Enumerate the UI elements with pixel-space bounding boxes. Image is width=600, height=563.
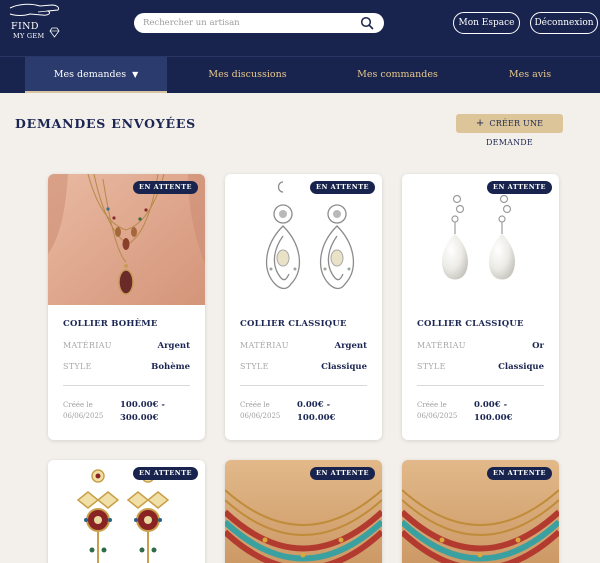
divider xyxy=(240,385,367,386)
tab-label: Mes demandes xyxy=(53,69,127,80)
created-date: Créée le 06/06/2025 xyxy=(240,400,290,422)
created-label: Créée le xyxy=(63,401,93,409)
search-bar xyxy=(134,13,384,33)
card-title: COLLIER CLASSIQUE xyxy=(240,319,347,329)
product-image: EN ATTENTE xyxy=(48,174,205,305)
price-max: 300.00€ xyxy=(120,413,159,423)
price-max: 100.00€ xyxy=(474,413,513,423)
price-min: 0.00€ - xyxy=(474,400,508,410)
plus-icon: + xyxy=(475,118,485,129)
material-label: MATÉRIAU xyxy=(63,341,112,350)
product-image: EN ATTENTE xyxy=(48,460,205,563)
divider xyxy=(417,385,544,386)
tab-mes-discussions[interactable]: Mes discussions xyxy=(180,57,315,93)
created-date: Créée le 06/06/2025 xyxy=(63,400,113,422)
request-card[interactable]: EN ATTENTE xyxy=(402,460,559,563)
search-icon[interactable] xyxy=(360,16,374,30)
create-request-label: CRÉER UNE DEMANDE xyxy=(486,119,544,147)
created-value: 06/06/2025 xyxy=(63,412,104,420)
divider xyxy=(63,385,190,386)
status-badge: EN ATTENTE xyxy=(487,467,552,480)
tab-mes-avis[interactable]: Mes avis xyxy=(480,57,580,93)
card-title: COLLIER BOHÈME xyxy=(63,319,158,329)
tab-mes-commandes[interactable]: Mes commandes xyxy=(330,57,465,93)
request-card[interactable]: EN ATTENTE COLLIER CLASSIQUE MATÉRIAU Or… xyxy=(402,174,559,440)
created-date: Créée le 06/06/2025 xyxy=(417,400,467,422)
tab-mes-demandes[interactable]: Mes demandes ▼ xyxy=(25,57,167,93)
created-value: 06/06/2025 xyxy=(417,412,458,420)
top-header: FIND MY GEM Mon Espace Déconnexion xyxy=(0,0,600,56)
style-value: Bohème xyxy=(151,362,190,372)
main-nav: Mes demandes ▼ Mes discussions Mes comman… xyxy=(0,56,600,93)
create-request-button[interactable]: + CRÉER UNE DEMANDE xyxy=(456,114,563,147)
style-value: Classique xyxy=(321,362,367,372)
price-range: 100.00€ - 300.00€ xyxy=(120,399,180,425)
material-value: Argent xyxy=(157,341,190,351)
style-label: STYLE xyxy=(417,362,446,371)
logo-text-find: FIND xyxy=(11,21,39,32)
product-image: EN ATTENTE xyxy=(225,460,382,563)
card-title: COLLIER CLASSIQUE xyxy=(417,319,524,329)
material-label: MATÉRIAU xyxy=(240,341,289,350)
page-title: DEMANDES ENVOYÉES xyxy=(15,116,197,131)
caret-down-icon: ▼ xyxy=(132,70,139,79)
request-card[interactable]: EN ATTENTE xyxy=(48,460,205,563)
style-label: STYLE xyxy=(240,362,269,371)
price-max: 100.00€ xyxy=(297,413,336,423)
material-value: Or xyxy=(532,341,544,351)
request-card[interactable]: EN ATTENTE COLLIER BOHÈME MATÉRIAU Argen… xyxy=(48,174,205,440)
created-value: 06/06/2025 xyxy=(240,412,281,420)
price-min: 100.00€ - xyxy=(120,400,165,410)
deconnexion-button[interactable]: Déconnexion xyxy=(530,12,598,34)
request-card[interactable]: EN ATTENTE xyxy=(225,460,382,563)
material-label: MATÉRIAU xyxy=(417,341,466,350)
product-image: EN ATTENTE xyxy=(225,174,382,305)
status-badge: EN ATTENTE xyxy=(133,181,198,194)
product-image: EN ATTENTE xyxy=(402,460,559,563)
style-label: STYLE xyxy=(63,362,92,371)
search-input[interactable] xyxy=(143,16,343,30)
status-badge: EN ATTENTE xyxy=(133,467,198,480)
price-range: 0.00€ - 100.00€ xyxy=(474,399,534,425)
price-range: 0.00€ - 100.00€ xyxy=(297,399,357,425)
created-label: Créée le xyxy=(417,401,447,409)
product-image: EN ATTENTE xyxy=(402,174,559,305)
status-badge: EN ATTENTE xyxy=(310,467,375,480)
status-badge: EN ATTENTE xyxy=(487,181,552,194)
mon-espace-button[interactable]: Mon Espace xyxy=(453,12,520,34)
logo-text-mygem: MY GEM xyxy=(13,32,45,40)
style-value: Classique xyxy=(498,362,544,372)
created-label: Créée le xyxy=(240,401,270,409)
material-value: Argent xyxy=(334,341,367,351)
logo[interactable]: FIND MY GEM xyxy=(8,2,64,46)
price-min: 0.00€ - xyxy=(297,400,331,410)
status-badge: EN ATTENTE xyxy=(310,181,375,194)
request-card[interactable]: EN ATTENTE COLLIER CLASSIQUE MATÉRIAU Ar… xyxy=(225,174,382,440)
